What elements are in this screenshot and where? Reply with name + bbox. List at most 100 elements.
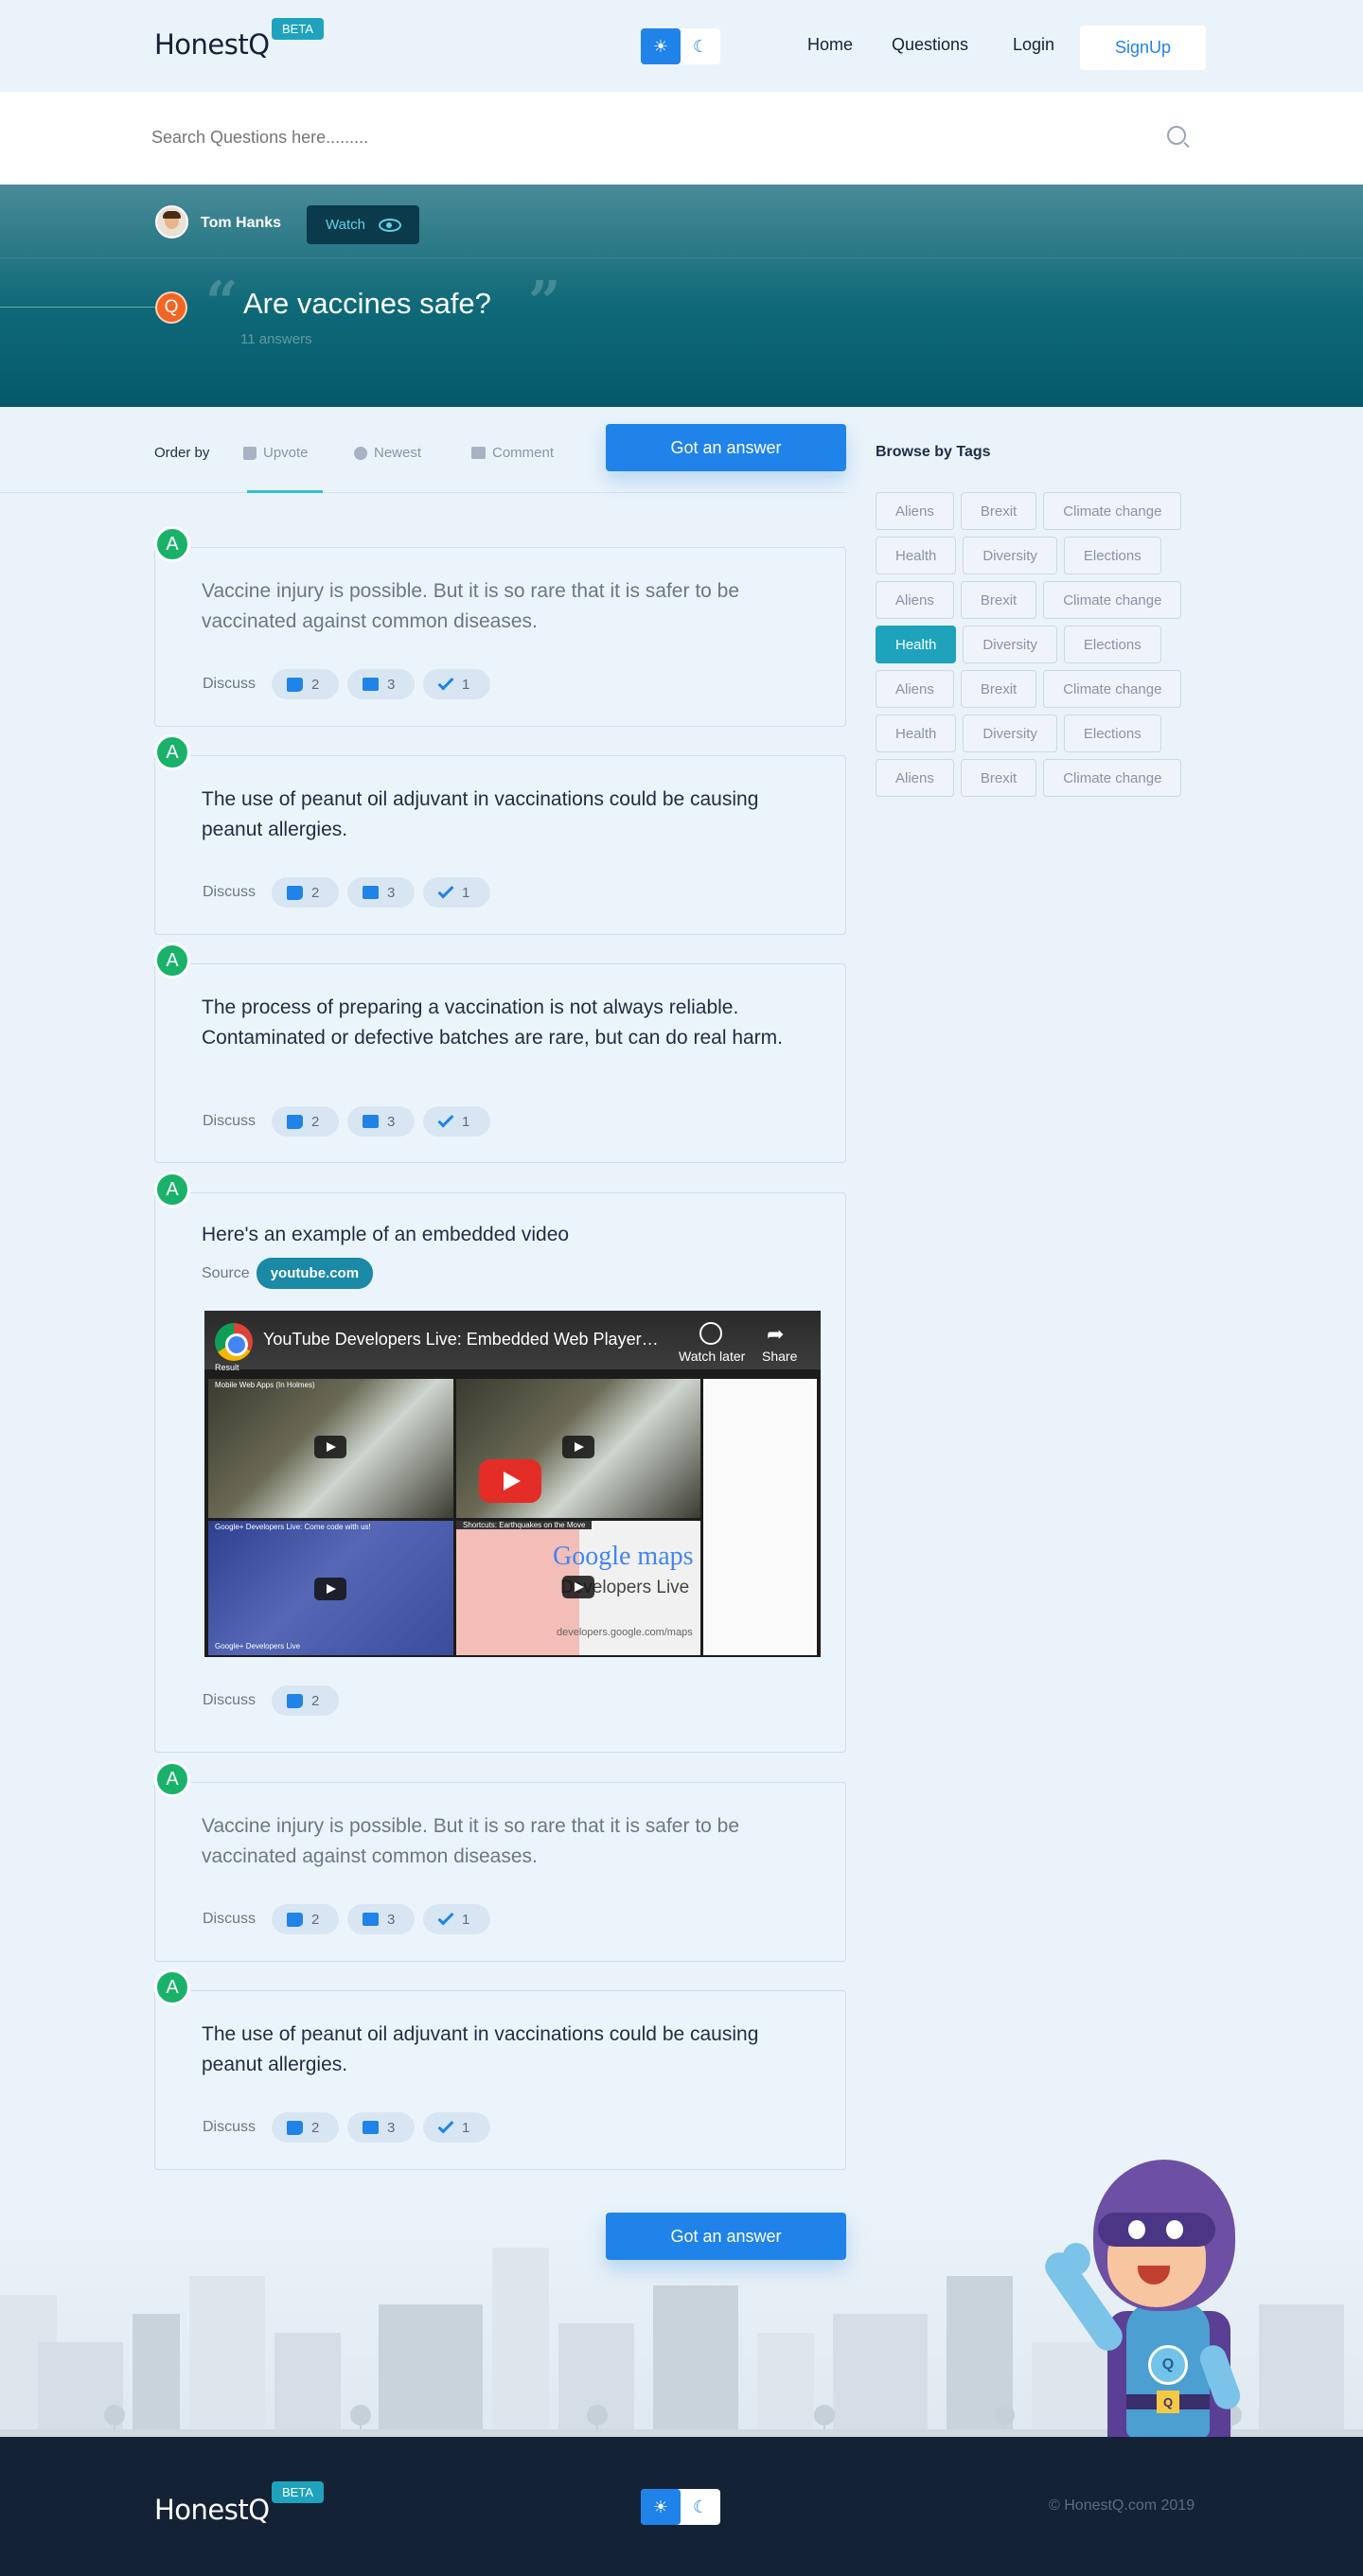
agree-count: 1: [462, 676, 470, 693]
maps-url: developers.google.com/maps: [557, 1627, 693, 1638]
tag-climate-change[interactable]: Climate change: [1043, 670, 1182, 708]
upvote-button[interactable]: 2: [272, 2112, 340, 2143]
tag-elections[interactable]: Elections: [1063, 537, 1161, 574]
tag-diversity[interactable]: Diversity: [963, 537, 1057, 574]
sun-icon[interactable]: ☀: [641, 2489, 681, 2525]
answer-text: The process of preparing a vaccination i…: [202, 997, 784, 1049]
answer-badge: A: [154, 1969, 190, 2005]
watch-label: Watch: [326, 217, 365, 233]
play-icon: [562, 1436, 594, 1458]
upvote-button[interactable]: 2: [272, 669, 340, 699]
tag-climate-change[interactable]: Climate change: [1043, 759, 1182, 797]
like-icon: [287, 677, 304, 692]
tag-elections[interactable]: Elections: [1063, 715, 1161, 752]
moon-icon[interactable]: ☾: [681, 28, 720, 64]
upvote-count: 2: [311, 1692, 320, 1709]
got-answer-button[interactable]: Got an answer: [606, 424, 846, 471]
tag-aliens[interactable]: Aliens: [876, 492, 954, 530]
footer-theme-toggle[interactable]: ☀ ☾: [641, 2489, 720, 2525]
signup-button[interactable]: SignUp: [1080, 26, 1206, 70]
video-title[interactable]: YouTube Developers Live: Embedded Web Pl…: [263, 1330, 661, 1350]
share-icon[interactable]: ➦: [767, 1322, 784, 1347]
watch-later-label[interactable]: Watch later: [679, 1349, 745, 1364]
clock-icon[interactable]: [699, 1322, 722, 1345]
tag-brexit[interactable]: Brexit: [960, 581, 1037, 619]
discuss-link[interactable]: Discuss: [203, 1692, 256, 1709]
video-tile-blank: [703, 1379, 817, 1655]
eye-icon: [378, 218, 401, 232]
comment-button[interactable]: 3: [347, 1904, 416, 1934]
moon-icon[interactable]: ☾: [681, 2489, 720, 2525]
avatar[interactable]: [155, 205, 188, 238]
source-link[interactable]: youtube.com: [256, 1258, 374, 1289]
sun-icon[interactable]: ☀: [641, 28, 681, 64]
tag-diversity[interactable]: Diversity: [963, 715, 1057, 752]
comment-button[interactable]: 3: [347, 877, 416, 908]
upvote-button[interactable]: 2: [272, 1106, 340, 1137]
search-input[interactable]: [151, 120, 1155, 154]
source-label: Source: [202, 1264, 250, 1281]
comment-count: 3: [387, 1113, 396, 1130]
top-header: HonestQ BETA ☀ ☾ Home Questions Login Si…: [0, 0, 1363, 92]
upvote-button[interactable]: 2: [272, 1685, 340, 1716]
question-hero: Tom Hanks Watch Q “ Are vaccines safe? ”…: [0, 185, 1363, 407]
embedded-video[interactable]: Mobile Web Apps (In Holmes) Google+ Deve…: [204, 1311, 821, 1657]
tag-aliens[interactable]: Aliens: [876, 670, 954, 708]
nav-questions[interactable]: Questions: [892, 35, 968, 55]
comment-button[interactable]: 3: [347, 2112, 416, 2143]
discuss-link[interactable]: Discuss: [203, 1113, 256, 1130]
answer-actions: Discuss 2 3 1: [203, 669, 491, 699]
theme-toggle[interactable]: ☀ ☾: [641, 28, 720, 64]
tag-health[interactable]: Health: [876, 715, 957, 752]
channel-logo-icon: [215, 1323, 253, 1361]
tag-climate-change[interactable]: Climate change: [1043, 492, 1182, 530]
play-button-icon[interactable]: [479, 1459, 541, 1503]
mascot-emblem-icon: Q: [1148, 2345, 1188, 2385]
tag-aliens[interactable]: Aliens: [876, 581, 954, 619]
logo[interactable]: HonestQ: [154, 28, 270, 61]
comment-button[interactable]: 3: [347, 1106, 416, 1137]
author-name[interactable]: Tom Hanks: [201, 215, 281, 232]
footer-logo[interactable]: HonestQ: [154, 2494, 270, 2526]
chat-icon: [363, 886, 380, 899]
tile-label: Mobile Web Apps (In Holmes): [215, 1381, 315, 1389]
nav-home[interactable]: Home: [807, 35, 853, 55]
agree-button[interactable]: 1: [423, 1106, 491, 1137]
agree-button[interactable]: 1: [423, 1904, 491, 1934]
tag-brexit[interactable]: Brexit: [960, 759, 1037, 797]
hero-divider: [0, 257, 1363, 258]
upvote-button[interactable]: 2: [272, 877, 340, 908]
tag-health[interactable]: Health: [876, 626, 957, 663]
mascot-mask: [1098, 2213, 1215, 2247]
like-icon: [287, 1114, 304, 1129]
nav-login[interactable]: Login: [1013, 35, 1054, 55]
tag-elections[interactable]: Elections: [1063, 626, 1161, 663]
tag-brexit[interactable]: Brexit: [960, 492, 1037, 530]
share-label[interactable]: Share: [762, 1349, 797, 1364]
discuss-link[interactable]: Discuss: [203, 884, 256, 901]
tag-aliens[interactable]: Aliens: [876, 759, 954, 797]
order-newest[interactable]: Newest: [354, 445, 421, 461]
order-upvote[interactable]: Upvote: [243, 445, 309, 461]
agree-button[interactable]: 1: [423, 2112, 491, 2143]
discuss-link[interactable]: Discuss: [203, 2119, 256, 2136]
got-answer-button-bottom[interactable]: Got an answer: [606, 2213, 846, 2260]
tag-brexit[interactable]: Brexit: [960, 670, 1037, 708]
comment-button[interactable]: 3: [347, 669, 416, 699]
tag-diversity[interactable]: Diversity: [963, 626, 1057, 663]
upvote-button[interactable]: 2: [272, 1904, 340, 1934]
order-comment[interactable]: Comment: [471, 445, 554, 461]
comment-count: 3: [387, 676, 396, 693]
tag-health[interactable]: Health: [876, 537, 957, 574]
tag-climate-change[interactable]: Climate change: [1043, 581, 1182, 619]
tags-list: Aliens Brexit Climate change Health Diversit…: [876, 492, 1188, 797]
discuss-link[interactable]: Discuss: [203, 1911, 256, 1928]
answer-text: Vaccine injury is possible. But it is so…: [202, 1815, 740, 1867]
watch-button[interactable]: Watch: [307, 205, 419, 244]
discuss-link[interactable]: Discuss: [203, 676, 256, 693]
agree-button[interactable]: 1: [423, 669, 491, 699]
mascot-eye: [1128, 2220, 1145, 2239]
beta-badge: BETA: [272, 18, 324, 40]
search-icon[interactable]: [1167, 126, 1186, 145]
agree-button[interactable]: 1: [423, 877, 491, 908]
